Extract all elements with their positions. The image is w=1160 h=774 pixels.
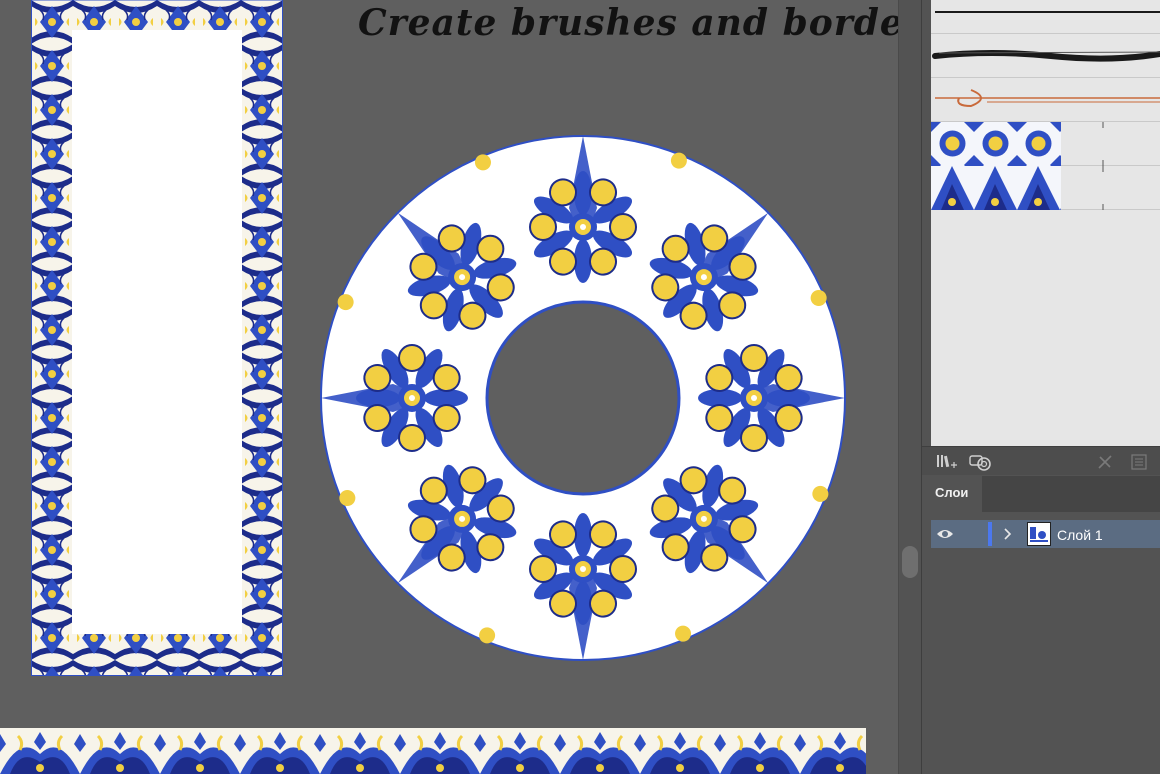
brush-item-charcoal[interactable] [931,34,1160,78]
brushes-list[interactable] [931,0,1160,446]
brush-item-tile-pattern-1[interactable] [931,122,1160,166]
brush-pattern-preview [931,166,1104,210]
brush-stroke-preview [935,89,1160,108]
brush-item-thin-line[interactable] [931,0,1160,34]
remove-brush-stroke-icon[interactable] [1096,453,1114,474]
border-frame-inner [72,30,242,634]
circular-ornament-wreath[interactable] [320,135,850,665]
brushes-panel-footer [922,446,1160,475]
scroll-thumb[interactable] [902,546,918,578]
layers-panel-tabs: Слои [922,476,1160,512]
chevron-right-icon[interactable] [1003,527,1013,546]
right-panel: Слои Слой 1 [922,0,1160,774]
brush-stroke-preview [932,50,1160,62]
canvas-title: Create brushes and borders [358,2,898,44]
layer-row[interactable]: Слой 1 [931,520,1160,548]
panel-splitter[interactable] [898,0,922,774]
tab-layers[interactable]: Слои [922,476,982,512]
layer-thumbnail [1027,522,1051,546]
brush-library-menu-icon[interactable] [936,453,958,472]
brush-options-icon[interactable] [1130,453,1148,474]
brush-item-ornamental[interactable] [931,78,1160,122]
eye-icon[interactable] [936,527,954,546]
layer-name[interactable]: Слой 1 [1057,527,1103,543]
artboard-canvas[interactable]: Create brushes and borders [0,0,898,774]
creative-cloud-libraries-icon[interactable] [969,453,993,474]
layer-color-indicator [988,522,992,546]
horizontal-border-strip[interactable] [0,728,866,774]
vertical-border-frame[interactable] [31,0,283,676]
brush-item-tile-pattern-2[interactable] [931,166,1160,210]
brush-stroke-preview [935,11,1160,13]
brush-pattern-preview [931,122,1104,166]
